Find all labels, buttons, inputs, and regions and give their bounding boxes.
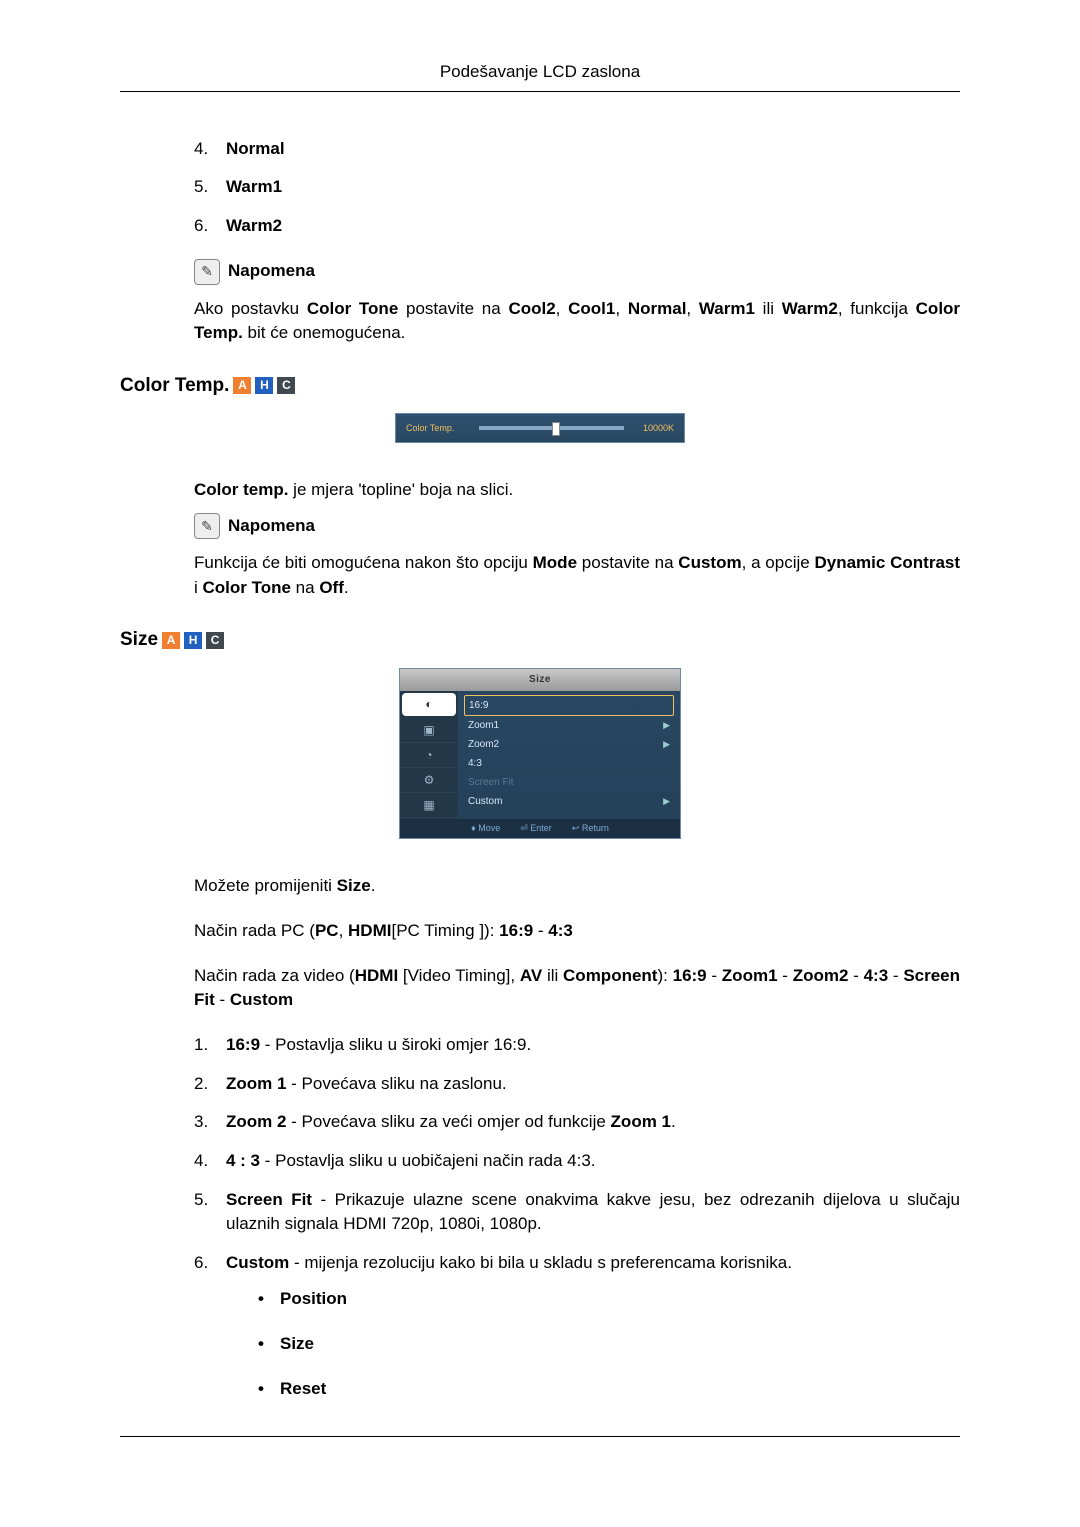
osd-sidebar-icon: ▦ (400, 793, 458, 818)
osd-color-temp-screenshot: Color Temp. 10000K (395, 413, 685, 443)
list-number: 3. (194, 1110, 208, 1135)
note-text: Funkcija će biti omogućena nakon što opc… (194, 551, 960, 600)
chevron-right-icon: ▶ (663, 719, 670, 732)
mode-tag-a-icon: A (233, 377, 251, 394)
list-label: Warm1 (226, 177, 282, 196)
osd-slider-track (479, 426, 624, 430)
osd-sidebar-icon: ⚙ (400, 768, 458, 793)
footer-rule (120, 1436, 960, 1437)
osd-option: 16:9 (464, 695, 674, 716)
osd-slider-value: 10000K (632, 422, 674, 435)
mode-tag-a-icon: A (162, 632, 180, 649)
page-header: Podešavanje LCD zaslona (120, 60, 960, 92)
list-label: Normal (226, 139, 285, 158)
list-item: 3. Zoom 2 - Povećava sliku za veći omjer… (194, 1110, 960, 1135)
size-options-list: 1. 16:9 - Postavlja sliku u široki omjer… (194, 1033, 960, 1401)
osd-option-list: 16:9 Zoom1▶ Zoom2▶ 4:3 Screen Fit Custom… (458, 691, 680, 819)
bullet-item: Size (258, 1332, 960, 1357)
osd-option: Custom▶ (464, 792, 674, 811)
section-title-text: Color Temp. (120, 372, 229, 400)
osd-menu-header: Size (400, 669, 680, 692)
color-temp-description: Color temp. je mjera 'topline' boja na s… (194, 478, 960, 503)
osd-option: Screen Fit (464, 773, 674, 792)
color-tone-list-continued: 4. Normal 5. Warm1 6. Warm2 (194, 137, 960, 239)
osd-option: 4:3 (464, 754, 674, 773)
note-text: Ako postavku Color Tone postavite na Coo… (194, 297, 960, 346)
chevron-right-icon: ▶ (663, 738, 670, 751)
osd-slider-label: Color Temp. (406, 422, 471, 435)
list-number: 6. (194, 214, 208, 239)
note-heading: ✎ Napomena (194, 513, 960, 539)
list-label: Warm2 (226, 216, 282, 235)
list-number: 2. (194, 1072, 208, 1097)
mode-tag-c-icon: C (277, 377, 295, 394)
list-item: 2. Zoom 1 - Povećava sliku na zaslonu. (194, 1072, 960, 1097)
list-item: 6. Custom - mijenja rezoluciju kako bi b… (194, 1251, 960, 1402)
list-item: 5. Warm1 (194, 175, 960, 200)
list-number: 5. (194, 1188, 208, 1213)
chevron-right-icon: ▶ (663, 795, 670, 808)
list-number: 6. (194, 1251, 208, 1276)
note-label: Napomena (228, 514, 315, 539)
note-heading: ✎ Napomena (194, 259, 960, 285)
osd-hint-return: ↩ Return (572, 822, 609, 835)
osd-hint-enter: ⏎ Enter (520, 822, 552, 835)
section-title-color-temp: Color Temp. A H C (120, 372, 960, 400)
list-item: 4. Normal (194, 137, 960, 162)
list-number: 4. (194, 137, 208, 162)
size-description: Možete promijeniti Size. (194, 874, 960, 899)
list-number: 4. (194, 1149, 208, 1174)
note-icon: ✎ (194, 513, 220, 539)
section-title-text: Size (120, 626, 158, 654)
list-item: 1. 16:9 - Postavlja sliku u široki omjer… (194, 1033, 960, 1058)
mode-tag-h-icon: H (255, 377, 273, 394)
osd-sidebar: ◐ ▣ ◔ ⚙ ▦ (400, 691, 458, 819)
section-title-size: Size A H C (120, 626, 960, 654)
osd-sidebar-icon: ◐ (402, 693, 456, 716)
note-label: Napomena (228, 259, 315, 284)
osd-hint-move: ♦ Move (471, 822, 500, 835)
osd-sidebar-icon: ◔ (400, 743, 458, 768)
mode-tag-c-icon: C (206, 632, 224, 649)
custom-sublist: Position Size Reset (258, 1287, 960, 1401)
list-number: 1. (194, 1033, 208, 1058)
size-mode-video: Način rada za video (HDMI [Video Timing]… (194, 964, 960, 1013)
osd-sidebar-icon: ▣ (400, 718, 458, 743)
osd-slider-handle (552, 422, 560, 436)
list-item: 4. 4 : 3 - Postavlja sliku u uobičajeni … (194, 1149, 960, 1174)
osd-option: Zoom2▶ (464, 735, 674, 754)
osd-menu-footer: ♦ Move ⏎ Enter ↩ Return (400, 819, 680, 838)
mode-tag-h-icon: H (184, 632, 202, 649)
list-number: 5. (194, 175, 208, 200)
list-item: 6. Warm2 (194, 214, 960, 239)
bullet-item: Reset (258, 1377, 960, 1402)
size-mode-pc: Način rada PC (PC, HDMI[PC Timing ]): 16… (194, 919, 960, 944)
osd-option: Zoom1▶ (464, 716, 674, 735)
bullet-item: Position (258, 1287, 960, 1312)
note-icon: ✎ (194, 259, 220, 285)
list-item: 5. Screen Fit - Prikazuje ulazne scene o… (194, 1188, 960, 1237)
osd-size-screenshot: Size ◐ ▣ ◔ ⚙ ▦ 16:9 Zoom1▶ Zoom2▶ 4:3 Sc… (399, 668, 681, 840)
